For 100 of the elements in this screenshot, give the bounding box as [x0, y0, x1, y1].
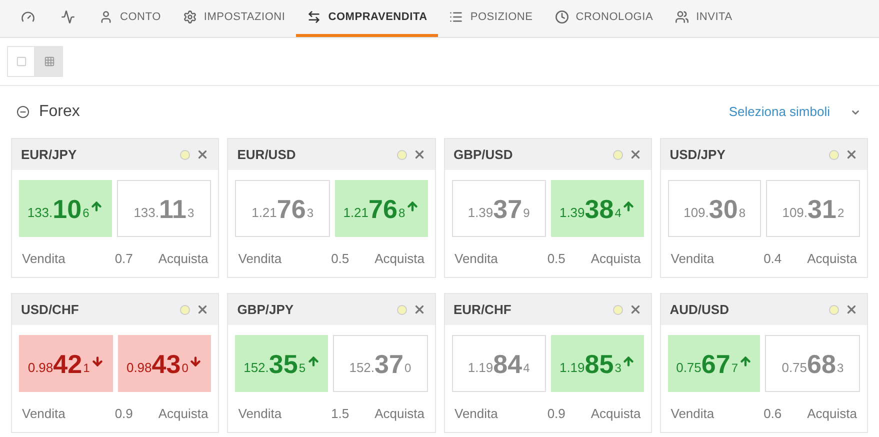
price-prefix: 1.39	[468, 204, 494, 222]
spread-value: 0.4	[764, 250, 782, 268]
buy-label: Acquista	[374, 405, 424, 423]
buy-label: Acquista	[590, 405, 641, 423]
close-icon[interactable]	[412, 303, 426, 316]
price-tile[interactable]: 152.355	[235, 335, 328, 392]
spread-value: 0.5	[547, 250, 566, 268]
spread-value: 0.7	[114, 250, 133, 268]
spread-value: 0.5	[331, 250, 350, 268]
close-icon[interactable]	[412, 148, 426, 161]
price-tile[interactable]: 152.37 0	[332, 335, 428, 392]
price-prefix: 1.39	[559, 204, 585, 222]
price-fraction: 7	[731, 360, 738, 376]
price-prefix: 1.19	[559, 358, 585, 377]
buy-label: Acquista	[374, 250, 424, 268]
price-tile[interactable]: 1.2176 3	[235, 180, 330, 237]
arrow-up-icon	[622, 355, 636, 368]
price-tile[interactable]: 1.3937 9	[452, 180, 546, 237]
price-prefix: 133.	[134, 204, 159, 222]
line-chart-icon	[61, 10, 75, 24]
symbol-name: EUR/CHF	[454, 300, 512, 319]
price-tile[interactable]: 109.312	[766, 180, 860, 237]
sell-label: Vendita	[238, 250, 282, 268]
price-tile[interactable]: 0.75683	[765, 335, 860, 392]
price-fraction: 8	[398, 204, 406, 222]
price-prefix: 0.98	[28, 358, 54, 377]
user-icon	[99, 10, 113, 24]
price-pips: 76	[368, 196, 398, 222]
spread-value: 0.9	[547, 405, 566, 423]
select-symbols-link[interactable]: Seleziona simboli	[728, 102, 830, 122]
symbol-name: USD/JPY	[670, 146, 726, 164]
price-fraction: 3	[188, 204, 194, 222]
price-fraction: 4	[614, 204, 622, 222]
price-pips: 76	[276, 196, 306, 222]
nav-tab[interactable]: CONTO	[88, 0, 172, 37]
view-toggle-button[interactable]	[35, 46, 63, 77]
close-icon[interactable]	[196, 148, 210, 161]
close-icon[interactable]	[196, 303, 210, 316]
price-prefix: 133.	[27, 204, 53, 222]
price-tile[interactable]: 1.2176 8	[334, 180, 428, 237]
view-toggle-button[interactable]	[7, 46, 35, 77]
price-prefix: 152.	[244, 358, 269, 377]
close-icon[interactable]	[845, 303, 858, 316]
grid-icon	[44, 56, 54, 67]
arrow-up-icon	[406, 200, 420, 213]
nav-tab[interactable]: COMPRAVENDITA	[296, 0, 438, 37]
list-icon	[449, 10, 464, 24]
clock-icon	[554, 10, 569, 24]
price-pips: 42	[53, 350, 82, 376]
buy-label: Acquista	[590, 250, 641, 268]
price-tile[interactable]: 0.9842 1	[19, 335, 113, 392]
price-pips: 68	[807, 350, 836, 376]
price-fraction: 2	[837, 204, 844, 222]
price-pips: 35	[268, 350, 298, 376]
price-tile[interactable]: 1.19844	[452, 335, 546, 392]
price-fraction: 1	[83, 360, 90, 376]
price-pips: 31	[808, 196, 836, 222]
sell-label: Vendita	[670, 250, 714, 268]
price-fraction: 5	[298, 360, 306, 376]
price-pips: 10	[52, 196, 82, 222]
symbol-name: USD/CHF	[21, 300, 79, 319]
price-pips: 37	[374, 350, 404, 376]
arrow-up-icon	[622, 200, 636, 213]
price-tile[interactable]: 133.113	[116, 180, 212, 237]
price-fraction: 4	[523, 360, 530, 376]
price-tile[interactable]: 1.39384	[551, 180, 644, 237]
close-icon[interactable]	[628, 148, 642, 161]
price-prefix: 1.21	[343, 204, 369, 222]
price-tile[interactable]: 109.30 8	[668, 180, 762, 237]
price-prefix: 1.19	[468, 358, 494, 377]
tiles-icon	[16, 56, 26, 67]
close-icon[interactable]	[845, 148, 858, 161]
close-icon[interactable]	[628, 303, 642, 316]
nav-tab[interactable]: INVITA	[664, 0, 744, 37]
price-fraction: 9	[523, 204, 530, 222]
price-fraction: 3	[836, 360, 844, 376]
nav-tab[interactable]: POSIZIONE	[438, 0, 544, 37]
symbol-name: EUR/USD	[237, 146, 296, 164]
spread-value: 0.6	[764, 405, 782, 423]
arrow-down-icon	[189, 355, 202, 368]
price-tile[interactable]: 0.7567 7	[668, 335, 760, 392]
arrow-up-icon	[90, 200, 104, 213]
price-tile[interactable]: 0.98430	[118, 335, 212, 392]
gauge-icon	[21, 10, 35, 24]
nav-tab[interactable]: CRONOLOGIA	[544, 0, 664, 37]
sell-label: Vendita	[454, 250, 498, 268]
price-pips: 67	[701, 350, 730, 376]
price-tile[interactable]: 133.10 6	[19, 180, 112, 237]
price-tile[interactable]: 1.19853	[551, 335, 644, 392]
collapse-toggle[interactable]	[17, 106, 29, 118]
sell-label: Vendita	[22, 250, 66, 268]
price-pips: 30	[708, 196, 738, 222]
price-fraction: 0	[404, 360, 412, 376]
settings-icon	[182, 10, 197, 24]
symbol-name: GBP/JPY	[237, 300, 294, 319]
buy-label: Acquista	[807, 405, 857, 423]
nav-tab[interactable]: IMPOSTAZIONI	[172, 0, 296, 37]
sell-label: Vendita	[454, 405, 498, 423]
price-fraction: 8	[738, 204, 746, 222]
swap-arrows-icon	[307, 10, 322, 24]
